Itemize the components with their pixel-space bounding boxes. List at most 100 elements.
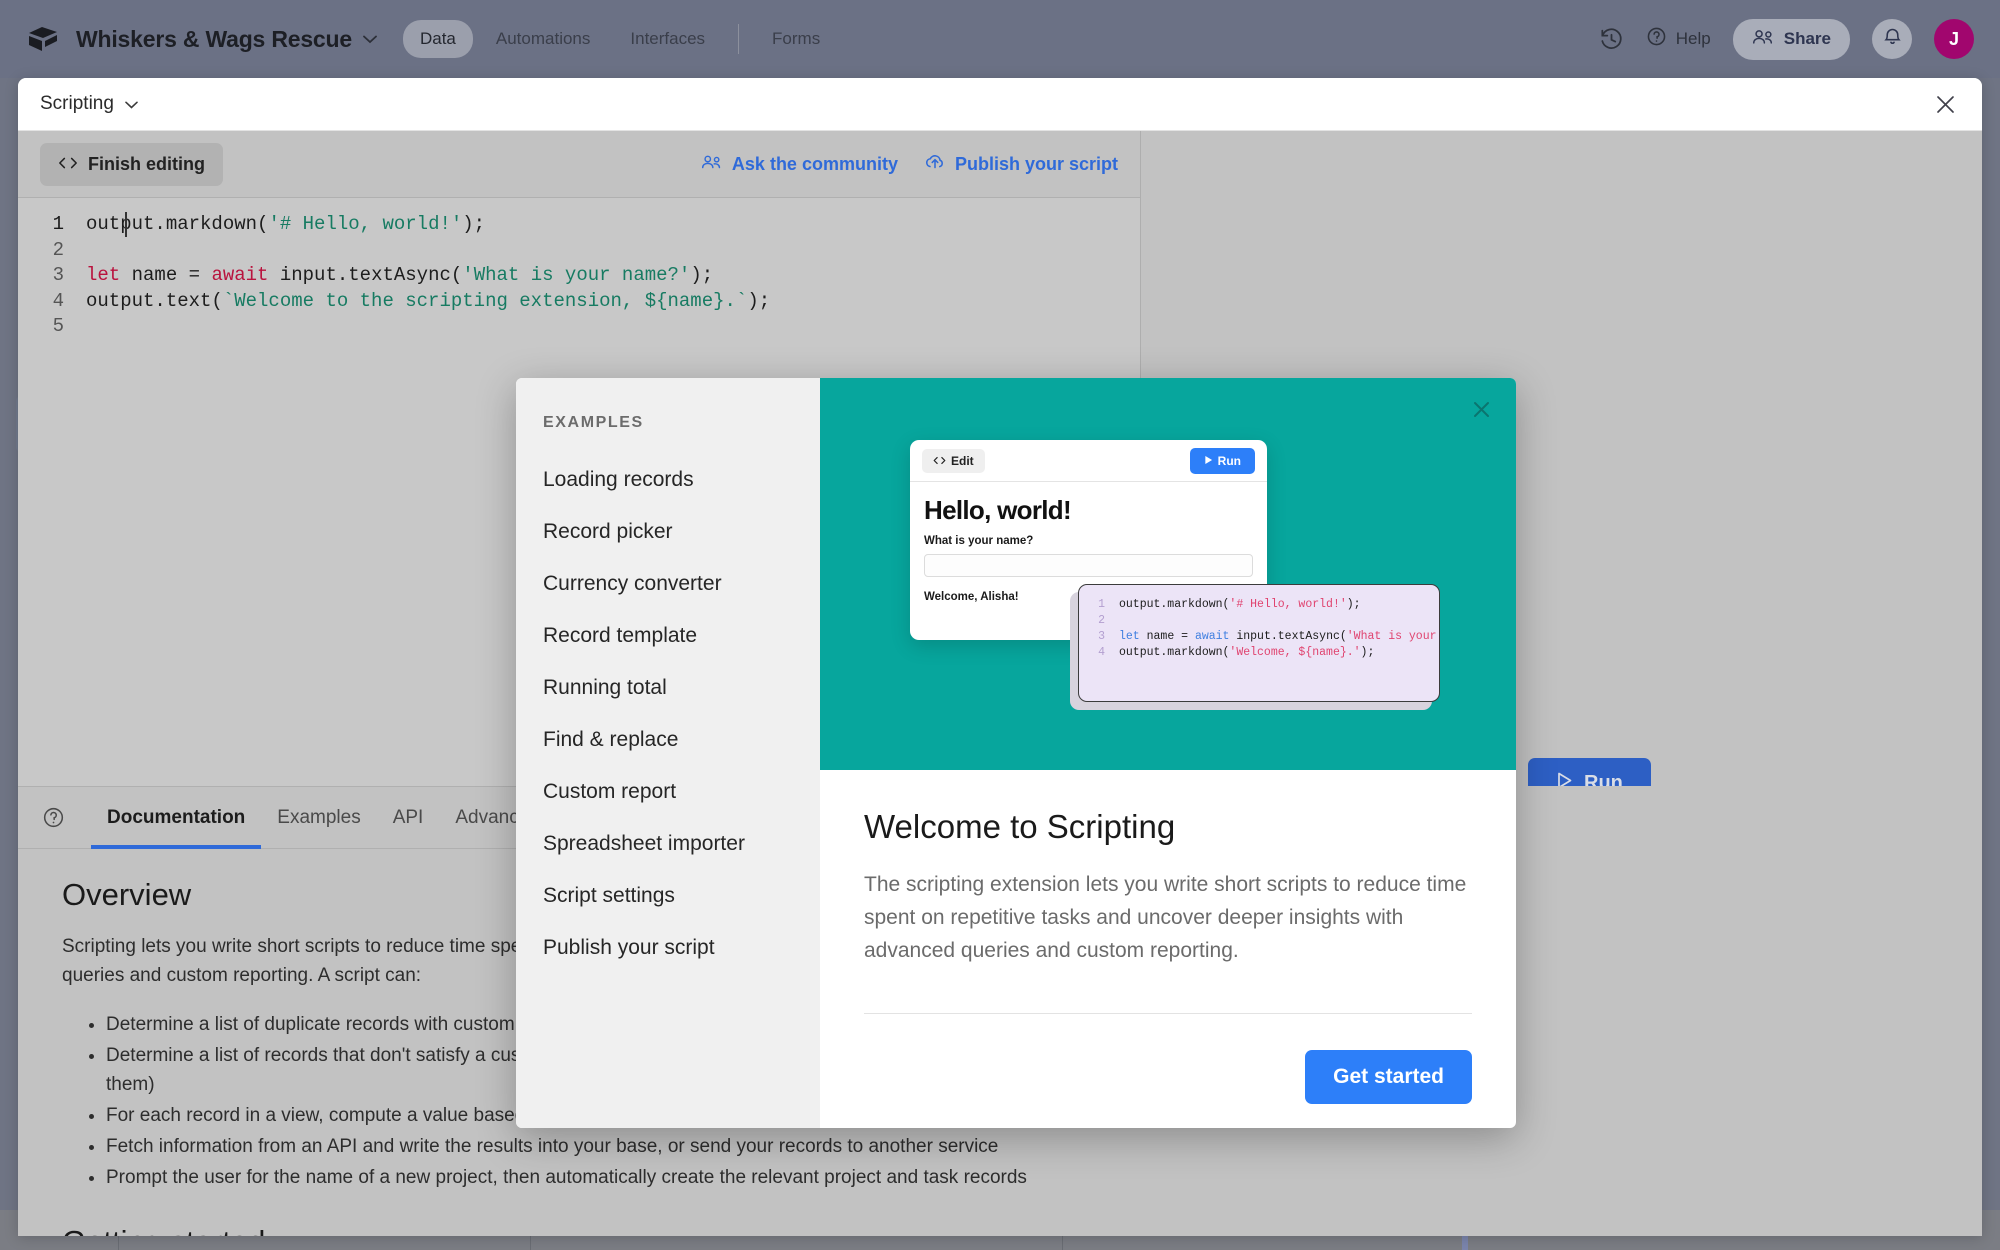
notifications-button[interactable] — [1872, 19, 1912, 59]
preview-toolbar: Edit Run — [910, 440, 1267, 482]
code-line: 2 — [1079, 613, 1439, 629]
close-icon[interactable] — [1930, 89, 1960, 119]
welcome-to-scripting-modal: EXAMPLES Loading records Record picker C… — [516, 378, 1516, 1128]
preview-text-input — [924, 554, 1253, 577]
code-text: output.markdown('Welcome, ${name}.'); — [1119, 645, 1374, 661]
sidebar-item-custom-report[interactable]: Custom report — [516, 766, 820, 818]
toolbar-links: Ask the community Publish your script — [701, 153, 1118, 175]
line-number: 3 — [1079, 629, 1119, 645]
code-text: output.markdown('# Hello, world!'); — [86, 212, 485, 238]
question-circle-icon[interactable] — [42, 806, 65, 829]
code-text: output.markdown('# Hello, world!'); — [1119, 597, 1361, 613]
ask-the-community-link[interactable]: Ask the community — [701, 154, 898, 175]
examples-sidebar: EXAMPLES Loading records Record picker C… — [516, 378, 820, 1128]
play-triangle-icon — [1204, 454, 1213, 468]
tab-api[interactable]: API — [377, 787, 440, 849]
publish-cloud-icon — [924, 153, 946, 175]
preview-run-button: Run — [1190, 448, 1255, 474]
main-nav-tabs: Data Automations Interfaces Forms — [403, 20, 837, 58]
getting-started-heading: Getting started — [62, 1224, 1096, 1236]
modal-hero-illustration: Edit Run Hello, world! What is y — [820, 378, 1516, 770]
publish-your-script-label: Publish your script — [955, 154, 1118, 175]
editor-toolbar: Finish editing Ask the community — [18, 131, 1140, 198]
sidebar-item-running-total[interactable]: Running total — [516, 662, 820, 714]
preview-question-label: What is your name? — [924, 535, 1253, 547]
app-background: Whiskers & Wags Rescue Data Automations … — [0, 0, 2000, 1250]
preview-code-card: 1 output.markdown('# Hello, world!'); 2 … — [1078, 584, 1440, 702]
share-button[interactable]: Share — [1733, 19, 1850, 60]
line-number: 1 — [18, 212, 86, 238]
top-navigation-bar: Whiskers & Wags Rescue Data Automations … — [0, 0, 2000, 78]
modal-footer: Get started — [820, 1050, 1516, 1128]
line-number: 4 — [18, 289, 86, 315]
code-line: 3 let name = await input.textAsync('What… — [1079, 629, 1439, 645]
code-line: 2 — [18, 238, 1140, 264]
preview-heading: Hello, world! — [924, 495, 1253, 526]
nav-tab-interfaces[interactable]: Interfaces — [613, 20, 722, 58]
list-item: Prompt the user for the name of a new pr… — [106, 1163, 1096, 1192]
help-button[interactable]: Help — [1646, 26, 1711, 52]
nav-tab-forms[interactable]: Forms — [755, 20, 837, 58]
modal-main-column: Edit Run Hello, world! What is y — [820, 378, 1516, 1128]
code-brackets-icon — [933, 454, 946, 468]
code-line: 4 output.markdown('Welcome, ${name}.'); — [1079, 645, 1439, 661]
panel-title: Scripting — [40, 93, 114, 115]
workspace-title: Whiskers & Wags Rescue — [76, 26, 352, 53]
sidebar-item-script-settings[interactable]: Script settings — [516, 870, 820, 922]
code-line: 4 output.text(`Welcome to the scripting … — [18, 289, 1140, 315]
modal-title: Welcome to Scripting — [864, 808, 1472, 846]
chevron-down-icon[interactable] — [363, 31, 377, 48]
publish-your-script-link[interactable]: Publish your script — [924, 153, 1118, 175]
code-line: 1 output.markdown('# Hello, world!'); — [1079, 597, 1439, 613]
sidebar-item-record-template[interactable]: Record template — [516, 610, 820, 662]
nav-tab-data[interactable]: Data — [403, 20, 473, 58]
sidebar-item-record-picker[interactable]: Record picker — [516, 506, 820, 558]
modal-divider — [864, 1013, 1472, 1014]
modal-body-text: The scripting extension lets you write s… — [864, 868, 1472, 967]
code-text: let name = await input.textAsync('What i… — [86, 263, 713, 289]
sidebar-item-find-and-replace[interactable]: Find & replace — [516, 714, 820, 766]
ask-the-community-label: Ask the community — [732, 154, 898, 175]
modal-text-content: Welcome to Scripting The scripting exten… — [820, 770, 1516, 1014]
code-text: let name = await input.textAsync('What i… — [1119, 629, 1440, 645]
sidebar-item-publish-your-script[interactable]: Publish your script — [516, 922, 820, 974]
get-started-button[interactable]: Get started — [1305, 1050, 1472, 1104]
sidebar-item-spreadsheet-importer[interactable]: Spreadsheet importer — [516, 818, 820, 870]
close-icon[interactable] — [1468, 396, 1494, 422]
tab-examples[interactable]: Examples — [261, 787, 376, 849]
sidebar-item-loading-records[interactable]: Loading records — [516, 454, 820, 506]
avatar[interactable]: J — [1934, 19, 1974, 59]
line-number: 4 — [1079, 645, 1119, 661]
preview-edit-button: Edit — [922, 449, 985, 473]
people-icon — [701, 154, 723, 175]
line-number: 3 — [18, 263, 86, 289]
nav-tab-automations[interactable]: Automations — [479, 20, 608, 58]
people-icon — [1752, 28, 1775, 51]
airtable-cube-icon[interactable] — [26, 22, 60, 56]
code-line: 3 let name = await input.textAsync('What… — [18, 263, 1140, 289]
code-brackets-icon — [58, 154, 78, 175]
code-line: 1 output.markdown('# Hello, world!'); — [18, 212, 1140, 238]
examples-heading: EXAMPLES — [516, 414, 820, 432]
line-number: 1 — [1079, 597, 1119, 613]
preview-run-label: Run — [1218, 454, 1241, 468]
code-line: 5 — [18, 314, 1140, 340]
scripting-extension-panel: Scripting Finish editing — [18, 78, 1982, 1236]
line-number: 5 — [18, 314, 86, 340]
finish-editing-label: Finish editing — [88, 154, 205, 175]
line-number: 2 — [1079, 613, 1119, 629]
text-cursor — [125, 212, 127, 237]
share-label: Share — [1784, 29, 1831, 49]
toolbar-vertical-divider — [1140, 131, 1141, 198]
history-clock-icon[interactable] — [1599, 27, 1624, 52]
nav-divider — [738, 24, 739, 54]
finish-editing-button[interactable]: Finish editing — [40, 143, 223, 186]
question-circle-icon — [1646, 26, 1667, 52]
chevron-down-icon[interactable] — [125, 97, 138, 112]
topbar-actions: Help Share J — [1599, 19, 1974, 60]
sidebar-item-currency-converter[interactable]: Currency converter — [516, 558, 820, 610]
tab-documentation[interactable]: Documentation — [91, 787, 261, 849]
list-item: Fetch information from an API and write … — [106, 1132, 1096, 1161]
preview-edit-label: Edit — [951, 454, 974, 468]
scripting-panel-header: Scripting — [18, 78, 1982, 131]
